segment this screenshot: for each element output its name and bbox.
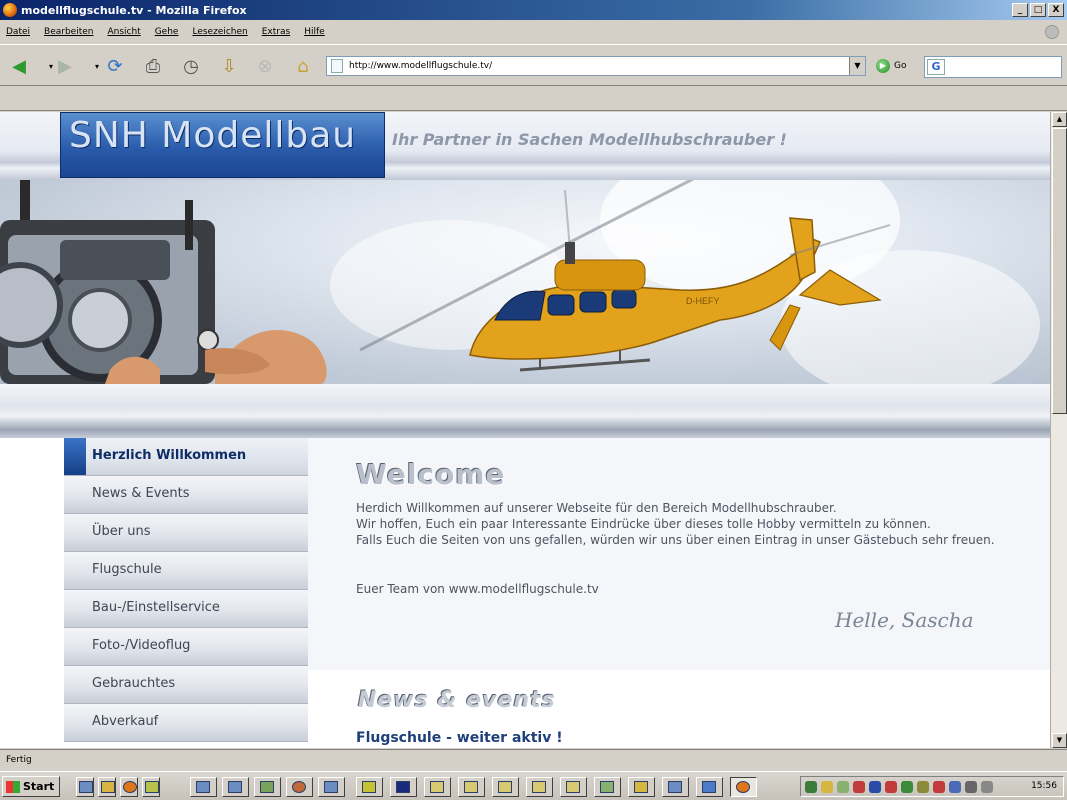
- print-icon[interactable]: ⎙: [140, 53, 166, 79]
- welcome-line: Wir hoffen, Euch ein paar Interessante E…: [356, 517, 931, 531]
- page-content: Herzlich Willkommen News & Events Über u…: [0, 112, 1050, 748]
- windows-flag-icon: [6, 780, 20, 793]
- url-bar[interactable]: http://www.modellflugschule.tv/ ▼: [326, 56, 866, 76]
- task-button-12[interactable]: [560, 777, 587, 797]
- task-button-10[interactable]: [492, 777, 519, 797]
- throbber-icon: [1045, 25, 1059, 39]
- search-input[interactable]: G: [924, 56, 1062, 78]
- window-controls: _ □ X: [1012, 3, 1064, 17]
- tray-icon[interactable]: [981, 781, 993, 793]
- page-icon: [331, 59, 343, 73]
- forward-arrow-icon[interactable]: ▶: [52, 53, 78, 79]
- nav-flugschule[interactable]: Flugschule: [64, 552, 308, 590]
- google-icon: G: [927, 59, 945, 75]
- task-button-3[interactable]: [254, 777, 281, 797]
- windows-taskbar: Start 15:56: [0, 771, 1067, 800]
- task-button-2[interactable]: [222, 777, 249, 797]
- tray-icon[interactable]: [869, 781, 881, 793]
- nav-bau-einstellservice[interactable]: Bau-/Einstellservice: [64, 590, 308, 628]
- menu-bearbeiten[interactable]: Bearbeiten: [44, 27, 93, 37]
- task-button-4[interactable]: [286, 777, 313, 797]
- firefox-icon: [3, 3, 17, 17]
- menu-gehe[interactable]: Gehe: [155, 27, 179, 37]
- tray-icon[interactable]: [885, 781, 897, 793]
- welcome-text: Herdich Willkommen auf unserer Webseite …: [356, 500, 1016, 548]
- task-button-14[interactable]: [628, 777, 655, 797]
- status-bar: Fertig: [0, 749, 1067, 770]
- welcome-line: Herdich Willkommen auf unserer Webseite …: [356, 501, 837, 515]
- menu-ansicht[interactable]: Ansicht: [107, 27, 140, 37]
- signature: Helle, Sascha: [835, 608, 974, 632]
- tray-icon[interactable]: [837, 781, 849, 793]
- task-button-15[interactable]: [662, 777, 689, 797]
- task-button-1[interactable]: [190, 777, 217, 797]
- nav-herzlich-willkommen[interactable]: Herzlich Willkommen: [64, 438, 308, 476]
- taskbar-clock: 15:56: [1031, 781, 1057, 791]
- tray-icon[interactable]: [805, 781, 817, 793]
- reload-icon[interactable]: ⟳: [102, 53, 128, 79]
- nav-news-events[interactable]: News & Events: [64, 476, 308, 514]
- window-title: modellflugschule.tv - Mozilla Firefox: [21, 3, 247, 17]
- news-heading: News & events: [358, 688, 556, 713]
- task-button-13[interactable]: [594, 777, 621, 797]
- quicklaunch-media-icon[interactable]: [98, 777, 116, 797]
- start-button[interactable]: Start: [2, 776, 60, 797]
- side-navigation: Herzlich Willkommen News & Events Über u…: [64, 438, 308, 742]
- menu-datei[interactable]: Datei: [6, 27, 30, 37]
- scrollbar-thumb[interactable]: [1052, 128, 1067, 414]
- tray-icon[interactable]: [853, 781, 865, 793]
- home-icon[interactable]: ⌂: [290, 53, 316, 79]
- scroll-down-icon[interactable]: ▼: [1052, 733, 1067, 748]
- scroll-up-icon[interactable]: ▲: [1052, 112, 1067, 127]
- close-button[interactable]: X: [1048, 3, 1064, 17]
- tray-icon[interactable]: [965, 781, 977, 793]
- window-titlebar: modellflugschule.tv - Mozilla Firefox _ …: [0, 0, 1067, 20]
- tray-icon[interactable]: [949, 781, 961, 793]
- task-button-8[interactable]: [424, 777, 451, 797]
- status-text: Fertig: [6, 755, 32, 765]
- task-button-6[interactable]: [356, 777, 383, 797]
- welcome-signoff: Euer Team von www.modellflugschule.tv: [356, 582, 599, 596]
- quicklaunch-app-icon[interactable]: [142, 777, 160, 797]
- tray-icon[interactable]: [821, 781, 833, 793]
- nav-foto-videoflug[interactable]: Foto-/Videoflug: [64, 628, 308, 666]
- task-button-5[interactable]: [318, 777, 345, 797]
- welcome-line: Falls Euch die Seiten von uns gefallen, …: [356, 533, 995, 547]
- history-clock-icon[interactable]: ◷: [178, 53, 204, 79]
- nav-abverkauf[interactable]: Abverkauf: [64, 704, 308, 742]
- menu-bar: Datei Bearbeiten Ansicht Gehe Lesezeiche…: [0, 22, 1067, 42]
- tray-icon[interactable]: [917, 781, 929, 793]
- download-icon[interactable]: ⇩: [216, 53, 242, 79]
- system-tray: 15:56: [800, 776, 1064, 797]
- url-text: http://www.modellflugschule.tv/: [349, 61, 493, 71]
- task-button-11[interactable]: [526, 777, 553, 797]
- menu-hilfe[interactable]: Hilfe: [304, 27, 324, 37]
- go-label: Go: [894, 61, 907, 71]
- nav-ueber-uns[interactable]: Über uns: [64, 514, 308, 552]
- nav-gebrauchtes[interactable]: Gebrauchtes: [64, 666, 308, 704]
- stop-icon[interactable]: ⊗: [252, 53, 278, 79]
- menu-lesezeichen[interactable]: Lesezeichen: [192, 27, 247, 37]
- task-button-16[interactable]: [696, 777, 723, 797]
- start-label: Start: [23, 780, 55, 793]
- task-button-firefox-active[interactable]: [730, 777, 757, 797]
- quicklaunch-firefox-icon[interactable]: [120, 777, 138, 797]
- url-dropdown-icon[interactable]: ▼: [849, 57, 865, 75]
- menu-extras[interactable]: Extras: [262, 27, 290, 37]
- back-arrow-icon[interactable]: ◀: [6, 53, 32, 79]
- minimize-button[interactable]: _: [1012, 3, 1028, 17]
- maximize-button[interactable]: □: [1030, 3, 1046, 17]
- tray-icon[interactable]: [933, 781, 945, 793]
- go-button[interactable]: ▶ Go: [876, 59, 906, 73]
- bookmarks-toolbar: [0, 87, 1067, 111]
- vertical-scrollbar[interactable]: ▲ ▼: [1050, 112, 1067, 748]
- quicklaunch-desktop-icon[interactable]: [76, 777, 94, 797]
- task-button-7[interactable]: [390, 777, 417, 797]
- welcome-heading: Welcome: [356, 458, 506, 491]
- go-arrow-icon: ▶: [876, 59, 890, 73]
- task-button-9[interactable]: [458, 777, 485, 797]
- tray-icon[interactable]: [901, 781, 913, 793]
- navigation-toolbar: ◀ ▾ ▶ ▾ ⟳ ⎙ ◷ ⇩ ⊗ ⌂ http://www.modellflu…: [0, 44, 1067, 86]
- news-item-link[interactable]: Flugschule - weiter aktiv !: [356, 730, 563, 746]
